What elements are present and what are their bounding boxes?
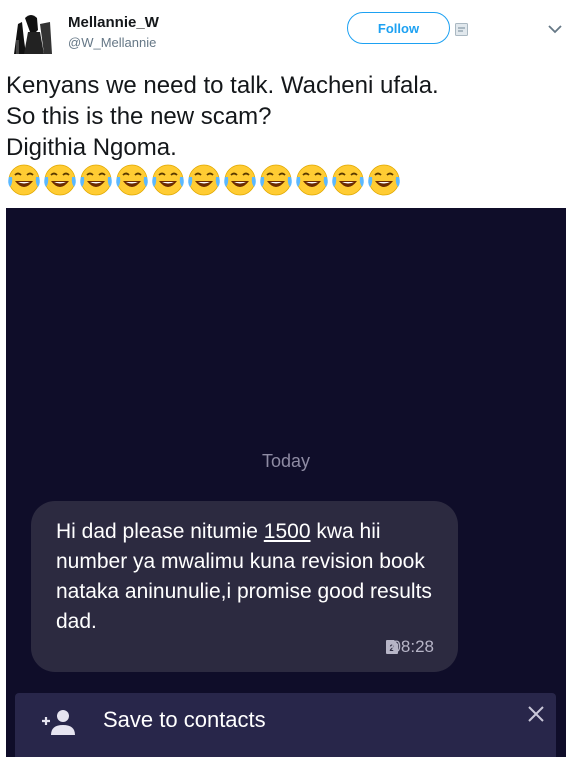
close-icon[interactable] <box>527 705 545 723</box>
author-name[interactable]: Mellannie_W <box>68 14 159 31</box>
face-with-tears-of-joy-icon <box>188 164 220 196</box>
face-with-tears-of-joy-icon <box>116 164 148 196</box>
face-with-tears-of-joy-icon <box>8 164 40 196</box>
message-bubble: Hi dad please nitumie 1500 kwa hii numbe… <box>31 501 458 672</box>
face-with-tears-of-joy-icon <box>296 164 328 196</box>
tweet-text-line-3: Digithia Ngoma. <box>6 134 177 161</box>
face-with-tears-of-joy-icon <box>368 164 400 196</box>
tweet-media-image[interactable]: Today Hi dad please nitumie 1500 kwa hii… <box>6 208 566 757</box>
avatar[interactable] <box>10 10 56 56</box>
face-with-tears-of-joy-icon <box>152 164 184 196</box>
chevron-down-icon[interactable] <box>548 24 562 34</box>
face-with-tears-of-joy-icon <box>260 164 292 196</box>
user-card-icon <box>455 23 468 36</box>
message-time: 08:28 <box>391 637 434 656</box>
message-amount-link: 1500 <box>263 520 311 543</box>
add-person-icon <box>42 710 75 735</box>
face-with-tears-of-joy-icon <box>44 164 76 196</box>
message-text: Hi dad please nitumie 1500 kwa hii numbe… <box>56 517 446 637</box>
author-handle[interactable]: @W_Mellannie <box>68 35 156 50</box>
save-to-contacts-button[interactable]: Save to contacts <box>103 707 266 733</box>
follow-button[interactable]: Follow <box>347 12 450 44</box>
face-with-tears-of-joy-icon <box>80 164 112 196</box>
save-to-contacts-bar[interactable]: Save to contacts <box>15 693 556 757</box>
face-with-tears-of-joy-icon <box>224 164 256 196</box>
tweet-text-line-1: Kenyans we need to talk. Wacheni ufala. <box>6 72 439 99</box>
date-divider: Today <box>261 451 311 471</box>
tweet-text-line-2: So this is the new scam? <box>6 103 272 130</box>
emoji-row <box>6 163 402 197</box>
face-with-tears-of-joy-icon <box>332 164 364 196</box>
message-text-part: Hi dad please nitumie <box>56 520 264 543</box>
